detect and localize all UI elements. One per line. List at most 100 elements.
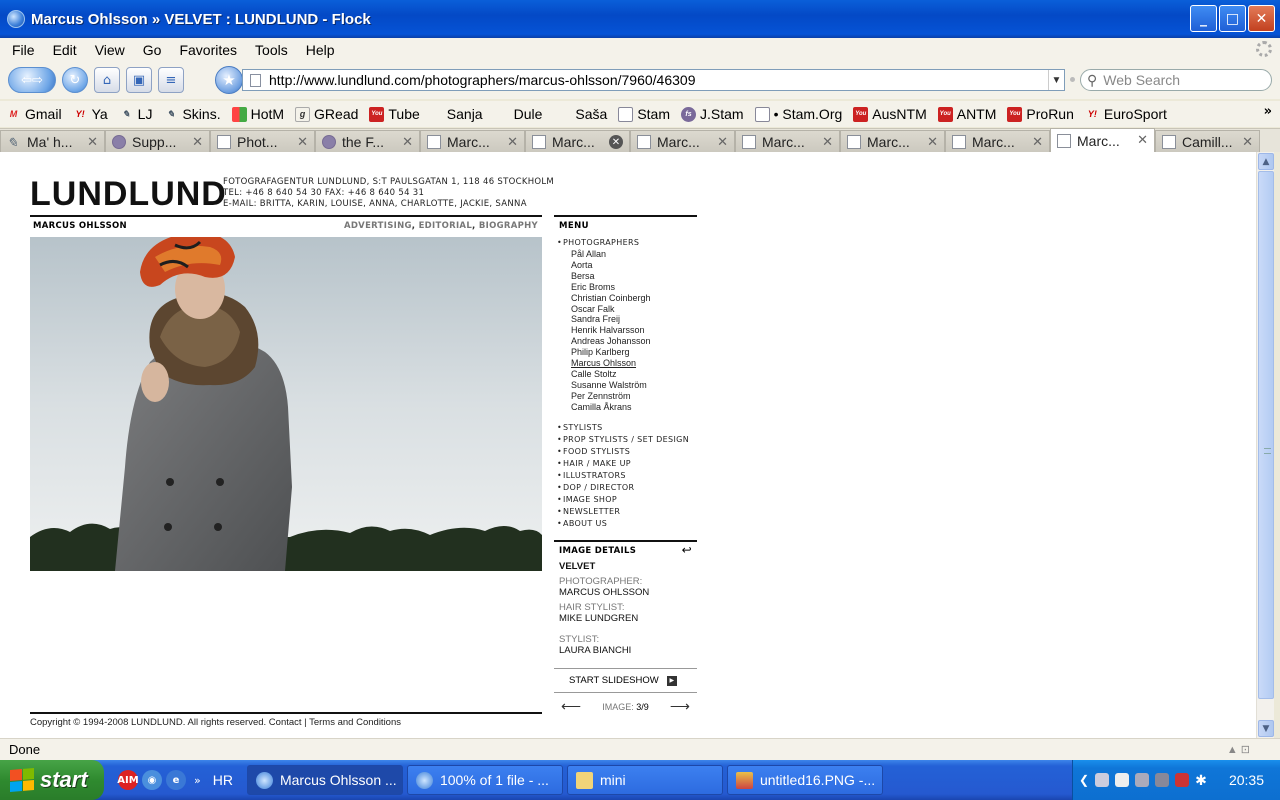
display-icon[interactable] [1135, 773, 1150, 787]
menu-photographers[interactable]: PHOTOGRAPHERS [554, 237, 697, 249]
security-icon[interactable] [1175, 773, 1190, 787]
tab-7[interactable]: Marc... ✕ [630, 130, 735, 152]
menu-hair-makeup[interactable]: HAIR / MAKE UP [554, 458, 697, 470]
tab-1[interactable]: ✎ Ma' h... ✕ [0, 130, 105, 152]
menu-tools[interactable]: Tools [243, 42, 294, 58]
language-indicator[interactable]: HR [213, 772, 233, 788]
clock[interactable]: 20:35 [1229, 772, 1264, 788]
url-text[interactable]: http://www.lundlund.com/photographers/ma… [269, 72, 695, 88]
menu-stylists[interactable]: STYLISTS [554, 422, 697, 434]
taskbar-button-flock[interactable]: Marcus Ohlsson ... [246, 765, 403, 795]
editorial-link[interactable]: EDITORIAL [419, 221, 472, 231]
bookmark-stam[interactable]: Stam [618, 106, 670, 122]
menu-go[interactable]: Go [131, 42, 168, 58]
page-footer[interactable]: Copyright © 1994-2008 LUNDLUND. All righ… [30, 712, 542, 728]
photographer-link[interactable]: Susanne Walström [571, 380, 697, 391]
bookmark-lj[interactable]: ✎ LJ [119, 106, 152, 122]
menu-newsletter[interactable]: NEWSLETTER [554, 506, 697, 518]
minimize-button[interactable]: _ [1190, 5, 1217, 32]
tab-close-icon[interactable]: ✕ [507, 134, 518, 150]
tray-expand-icon[interactable]: ❮ [1079, 773, 1089, 787]
advertising-link[interactable]: ADVERTISING [344, 221, 412, 231]
start-slideshow-button[interactable]: START SLIDESHOW ▶ [554, 668, 697, 693]
photographer-link[interactable]: Aorta [571, 260, 697, 271]
photographer-link[interactable]: Sandra Freij [571, 314, 697, 325]
photographer-link[interactable]: Philip Karlberg [571, 347, 697, 358]
maximize-button[interactable]: □ [1219, 5, 1246, 32]
bookmark-prorun[interactable]: You ProRun [1007, 106, 1074, 122]
star-favorite-icon[interactable]: ★ [215, 66, 243, 94]
tab-5[interactable]: Marc... ✕ [420, 130, 525, 152]
taskbar-button-paint[interactable]: untitled16.PNG -... [726, 765, 883, 795]
biography-link[interactable]: BIOGRAPHY [479, 221, 538, 231]
vertical-scrollbar[interactable]: ▲ ▼ [1256, 152, 1274, 738]
home-icon[interactable]: ⌂ [94, 67, 120, 93]
menu-illustrators[interactable]: ILLUSTRATORS [554, 470, 697, 482]
menu-file[interactable]: File [0, 42, 41, 58]
menu-edit[interactable]: Edit [41, 42, 83, 58]
aim-icon[interactable]: AIM [117, 770, 139, 790]
bookmark-sanja[interactable]: Sanja [447, 106, 483, 122]
tab-11-active[interactable]: Marc... ✕ [1050, 128, 1155, 152]
bookmark-hotm[interactable]: HotM [231, 106, 284, 122]
taskbar-button-download[interactable]: 100% of 1 file - ... [406, 765, 563, 795]
taskbar-button-folder[interactable]: mini [566, 765, 723, 795]
bookmark-eurosport[interactable]: Y! EuroSport [1085, 106, 1167, 122]
scroll-down-icon[interactable]: ▼ [1258, 720, 1274, 737]
bookmarks-overflow-chevron-icon[interactable]: » [1264, 104, 1272, 119]
tab-6[interactable]: Marc... ✕ [525, 130, 630, 152]
menu-prop-stylists[interactable]: PROP STYLISTS / SET DESIGN [554, 434, 697, 446]
tab-close-icon[interactable]: ✕ [297, 134, 308, 150]
menu-about-us[interactable]: ABOUT US [554, 518, 697, 530]
bookmark-ausntm[interactable]: You AusNTM [853, 106, 927, 122]
bookmark-ya[interactable]: Y! Ya [73, 106, 108, 122]
bookmark-tube[interactable]: You Tube [369, 106, 420, 122]
tab-close-icon[interactable]: ✕ [402, 134, 413, 150]
bluetooth-icon[interactable]: ✱ [1195, 772, 1207, 789]
quick-launch-overflow-icon[interactable]: » [194, 774, 201, 787]
feeds-icon[interactable]: ≡ [158, 67, 184, 93]
next-arrow-icon[interactable]: ⟶ [670, 698, 690, 715]
reload-icon[interactable]: ↻ [62, 67, 88, 93]
tab-12[interactable]: Camill... ✕ [1155, 130, 1260, 152]
tab-8[interactable]: Marc... ✕ [735, 130, 840, 152]
internet-explorer-icon[interactable]: e [166, 770, 186, 790]
tab-close-icon[interactable]: ✕ [927, 134, 938, 150]
previous-arrow-icon[interactable]: ⟵ [561, 698, 581, 715]
bookmark-skins[interactable]: ✎ Skins. [163, 106, 220, 122]
close-window-button[interactable]: ✕ [1248, 5, 1275, 32]
menu-food-stylists[interactable]: FOOD STYLISTS [554, 446, 697, 458]
web-search-input[interactable]: ⚲ Web Search [1080, 69, 1272, 91]
bookmark-gread[interactable]: g GRead [295, 106, 358, 122]
bookmark-stamorg[interactable]: • Stam.Org [754, 106, 842, 122]
tab-10[interactable]: Marc... ✕ [945, 130, 1050, 152]
start-button[interactable]: start [0, 760, 104, 800]
menu-dop-director[interactable]: DOP / DIRECTOR [554, 482, 697, 494]
scroll-thumb[interactable] [1258, 171, 1274, 699]
tab-9[interactable]: Marc... ✕ [840, 130, 945, 152]
tab-3[interactable]: Phot... ✕ [210, 130, 315, 152]
photographer-link[interactable]: Eric Broms [571, 282, 697, 293]
menu-help[interactable]: Help [294, 42, 341, 58]
network-icon[interactable] [1095, 773, 1110, 787]
photographer-link[interactable]: Henrik Halvarsson [571, 325, 697, 336]
tab-close-icon[interactable]: ✕ [1242, 134, 1253, 150]
main-photo[interactable] [30, 237, 542, 571]
device-icon[interactable] [1155, 773, 1170, 787]
tab-2[interactable]: Supp... ✕ [105, 130, 210, 152]
wireless-icon[interactable] [1115, 773, 1130, 787]
photo-uploader-icon[interactable]: ▣ [126, 67, 152, 93]
bookmark-antm[interactable]: You ANTM [937, 106, 996, 122]
tab-close-icon[interactable]: ✕ [717, 134, 728, 150]
photographer-link[interactable]: Christian Coinbergh [571, 293, 697, 304]
bookmark-dule[interactable]: Dule [514, 106, 543, 122]
photographer-link[interactable]: Camilla Åkrans [571, 402, 697, 413]
tab-close-icon[interactable]: ✕ [1032, 134, 1043, 150]
photographer-link[interactable]: Bersa [571, 271, 697, 282]
tab-close-icon[interactable]: ✕ [192, 134, 203, 150]
tab-close-icon[interactable]: ✕ [87, 134, 98, 150]
tab-close-icon[interactable]: ✕ [609, 135, 623, 149]
back-forward-button[interactable]: ⇦⇨ [8, 67, 56, 93]
url-dropdown-icon[interactable]: ▼ [1048, 70, 1064, 90]
scroll-up-icon[interactable]: ▲ [1258, 153, 1274, 170]
